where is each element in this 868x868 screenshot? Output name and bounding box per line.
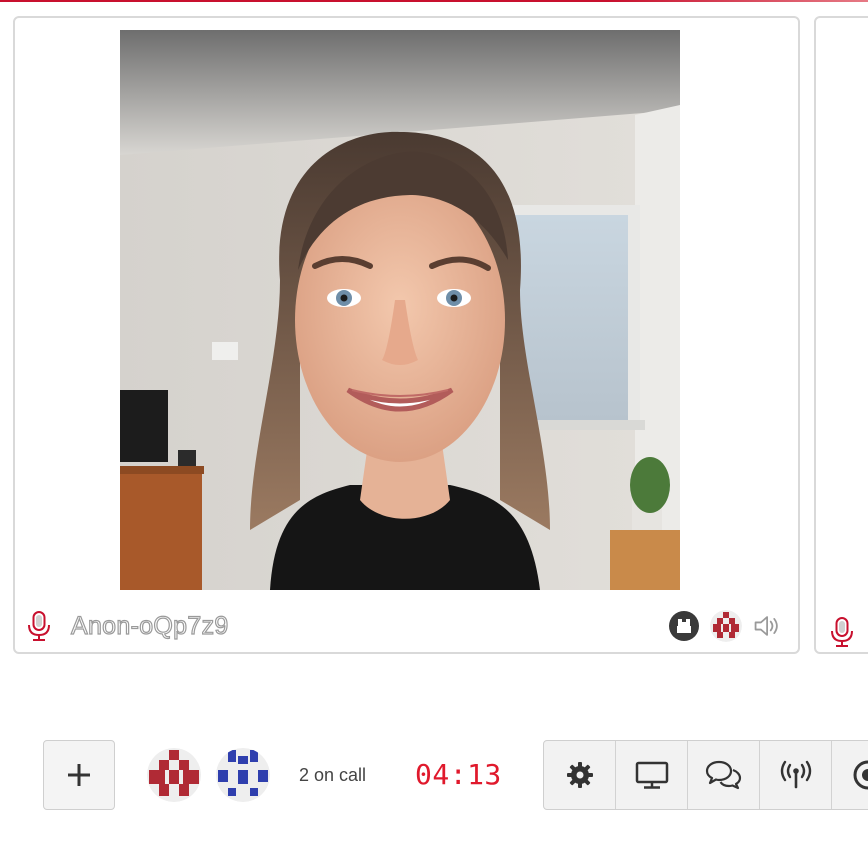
pin-participant-icon[interactable] xyxy=(668,610,700,642)
participant-avatar-icon[interactable] xyxy=(710,610,742,642)
call-toolbar xyxy=(543,740,868,810)
participant-name: Anon-oQp7z9 xyxy=(70,611,229,640)
tile-controls xyxy=(668,610,784,642)
chat-button[interactable] xyxy=(688,741,760,809)
gear-icon xyxy=(566,762,593,788)
record-icon xyxy=(853,760,868,790)
record-button[interactable] xyxy=(832,741,868,809)
mic-icon[interactable] xyxy=(828,616,856,648)
participants-count: 2 on call xyxy=(299,765,367,785)
participant-video xyxy=(120,30,680,590)
avatar-red[interactable] xyxy=(147,748,201,802)
tile-footer: Anon-oQp7z9 xyxy=(15,600,798,652)
avatar-blue[interactable] xyxy=(216,748,270,802)
volume-icon[interactable] xyxy=(752,610,784,642)
settings-button[interactable] xyxy=(544,741,616,809)
call-timer: 04:13 xyxy=(415,758,502,791)
broadcast-icon xyxy=(780,760,811,789)
mic-icon[interactable] xyxy=(25,610,53,642)
top-accent-line xyxy=(0,0,868,2)
video-tile-secondary[interactable] xyxy=(814,16,868,654)
broadcast-button[interactable] xyxy=(760,741,832,809)
plus-icon xyxy=(68,764,90,786)
chat-icon xyxy=(705,760,741,790)
screen-share-button[interactable] xyxy=(616,741,688,809)
monitor-icon xyxy=(635,761,668,789)
video-tile-main[interactable]: Anon-oQp7z9 xyxy=(13,16,800,654)
add-participant-button[interactable] xyxy=(43,740,115,810)
